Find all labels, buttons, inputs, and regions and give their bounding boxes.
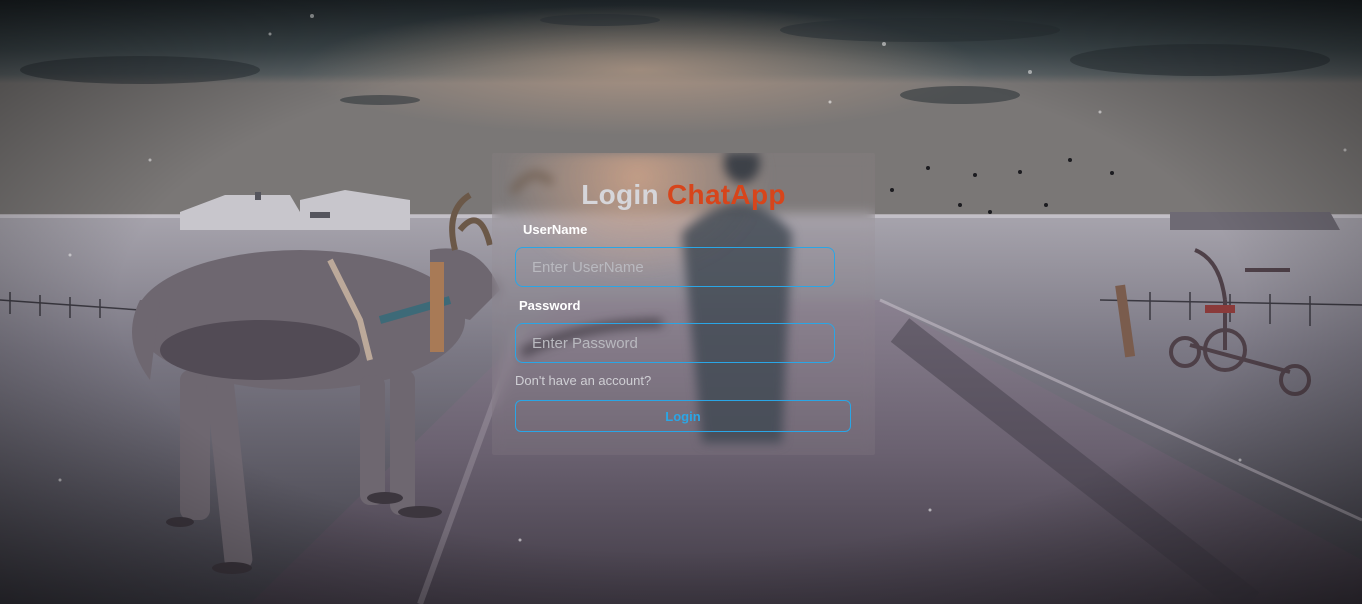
login-card: Login ChatApp UserName Password Don't ha… bbox=[492, 153, 875, 455]
signup-link[interactable]: Don't have an account? bbox=[515, 373, 651, 388]
login-button[interactable]: Login bbox=[515, 400, 851, 432]
username-label: UserName bbox=[523, 222, 588, 237]
login-page: Login ChatApp UserName Password Don't ha… bbox=[0, 0, 1362, 604]
password-label: Password bbox=[519, 298, 581, 313]
title-login-text: Login bbox=[581, 179, 659, 210]
username-input[interactable] bbox=[515, 247, 835, 287]
title-brand-text: ChatApp bbox=[667, 179, 786, 210]
login-title: Login ChatApp bbox=[492, 179, 875, 211]
password-input[interactable] bbox=[515, 323, 835, 363]
